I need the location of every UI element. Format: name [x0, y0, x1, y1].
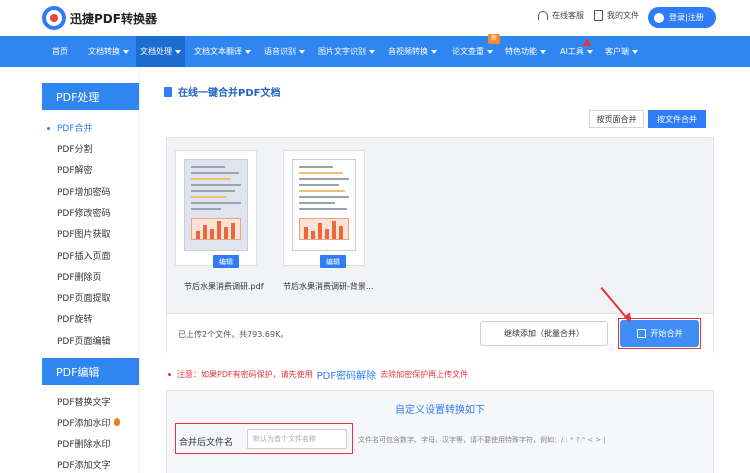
nav-plagiarism[interactable]: 论文查重 — [452, 36, 493, 67]
nav-av-convert[interactable]: 音视频转换 — [388, 36, 437, 67]
top-header: 迅捷PDF转换器 在线客服 我的文件 登录|注册 — [0, 0, 750, 36]
nav-doc-convert[interactable]: 文档转换 — [88, 36, 129, 67]
hot-flame-icon — [113, 418, 120, 426]
settings-title: 自定义设置转换如下 — [395, 405, 485, 416]
my-files-label: 我的文件 — [607, 11, 639, 20]
document-icon — [594, 10, 603, 21]
pdf-page-preview — [292, 159, 356, 251]
chevron-down-icon — [586, 49, 593, 54]
nav-doc-process[interactable]: 文档处理 — [136, 36, 185, 67]
start-merge-button[interactable]: 开始合并 — [620, 320, 699, 347]
nav-plagiarism-label: 论文查重 — [452, 47, 484, 56]
nav-speech[interactable]: 语音识别 — [264, 36, 305, 67]
user-icon — [654, 12, 664, 23]
sidebar-item-pdf-change-password[interactable]: PDF修改密码 — [57, 206, 111, 219]
active-dot-icon — [47, 127, 50, 130]
my-files-link[interactable]: 我的文件 — [594, 10, 639, 21]
edit-file-1-button[interactable]: 编辑 — [213, 255, 239, 268]
sidebar-item-pdf-merge[interactable]: PDF合并 — [57, 121, 93, 134]
headset-icon — [538, 11, 548, 20]
filename-input[interactable]: 默认为首个文件名称 — [247, 429, 347, 449]
chevron-down-icon — [540, 49, 546, 54]
continue-add-button[interactable]: 继续添加（批量合并） — [480, 321, 608, 346]
sidebar-item-pdf-remove-watermark[interactable]: PDF删除水印 — [57, 437, 111, 450]
notice-dot-icon — [168, 373, 171, 376]
file-thumbnail-2[interactable] — [283, 150, 365, 266]
sidebar-item-pdf-page-extract[interactable]: PDF页面提取 — [57, 291, 111, 304]
nav-ai-tools-label: AI工具 — [560, 47, 584, 56]
filename-label: 合并后文件名 — [179, 438, 234, 448]
chevron-down-icon — [245, 49, 251, 54]
sidebar-item-pdf-add-watermark[interactable]: PDF添加水印 — [57, 416, 120, 429]
nav-features[interactable]: 特色功能 — [505, 36, 546, 67]
login-register-button[interactable]: 登录|注册 — [648, 7, 716, 28]
chevron-down-icon — [487, 49, 493, 54]
custom-settings-panel: 自定义设置转换如下 合并后文件名 默认为首个文件名称 文件名可包含数字、字母、汉… — [166, 390, 714, 473]
brand-name[interactable]: 迅捷PDF转换器 — [70, 10, 157, 27]
sidebar-item-pdf-add-watermark-label: PDF添加水印 — [57, 419, 111, 429]
nav-translate[interactable]: 文档文本翻译 — [194, 36, 251, 67]
nav-av-convert-label: 音视频转换 — [388, 47, 428, 56]
chevron-down-icon — [632, 49, 638, 54]
nav-features-label: 特色功能 — [505, 47, 537, 56]
nav-doc-convert-label: 文档转换 — [88, 47, 120, 56]
nav-translate-label: 文档文本翻译 — [194, 47, 242, 56]
pdf-page-preview — [184, 159, 248, 251]
notice-suffix: 去除加密保护再上传文件 — [380, 370, 469, 379]
page-title-text: 在线一键合并PDF文档 — [178, 88, 281, 99]
customer-service-label: 在线客服 — [552, 11, 584, 20]
nav-doc-process-label: 文档处理 — [140, 47, 172, 56]
merge-by-page-toggle[interactable]: 按页面合并 — [589, 110, 644, 128]
sidebar-item-pdf-replace-text[interactable]: PDF替换文字 — [57, 395, 111, 408]
pdf-decrypt-link[interactable]: PDF密码解除 — [317, 367, 376, 382]
edit-file-2-button[interactable]: 编辑 — [320, 255, 346, 268]
main-nav: 首页 文档转换 文档处理 文档文本翻译 语音识别 图片文字识别 音视频转换 论文… — [0, 36, 750, 67]
password-notice: 注意：如果PDF有密码保护，请先使用 PDF密码解除 去除加密保护再上传文件 — [168, 367, 468, 382]
sidebar-item-pdf-delete-page[interactable]: PDF删除页 — [57, 270, 102, 283]
nav-ocr-label: 图片文字识别 — [318, 47, 366, 56]
sidebar-item-pdf-decrypt[interactable]: PDF解密 — [57, 163, 93, 176]
login-label: 登录|注册 — [669, 13, 704, 22]
sidebar-item-pdf-add-password[interactable]: PDF增加密码 — [57, 185, 111, 198]
file-name-1: 节后水果消费调研.pdf — [184, 282, 264, 291]
nav-client-label: 客户端 — [605, 47, 629, 56]
nav-home[interactable]: 首页 — [52, 36, 68, 67]
chevron-down-icon — [299, 49, 305, 54]
sidebar-item-pdf-insert-page[interactable]: PDF插入页面 — [57, 249, 111, 262]
customer-service-link[interactable]: 在线客服 — [538, 10, 584, 21]
fire-indicator-icon — [583, 38, 591, 46]
sidebar-item-pdf-add-text[interactable]: PDF添加文字 — [57, 458, 111, 471]
upload-summary: 已上传2个文件，共793.69K。 — [178, 330, 289, 339]
nav-speech-label: 语音识别 — [264, 47, 296, 56]
nav-client[interactable]: 客户端 — [605, 36, 638, 67]
merge-by-file-toggle[interactable]: 按文件合并 — [648, 110, 706, 128]
sidebar-section-pdf-process[interactable]: PDF处理 — [42, 83, 139, 110]
new-badge: 新 — [488, 34, 500, 44]
brand-logo-icon[interactable] — [42, 6, 66, 30]
chevron-down-icon — [123, 49, 129, 54]
chevron-down-icon — [369, 49, 375, 54]
start-merge-label: 开始合并 — [650, 329, 683, 338]
filename-hint: 文件名可包含数字、字母、汉字等，请不要使用特殊字符，例如：/ : * ? " <… — [358, 436, 606, 444]
page-title: 在线一键合并PDF文档 — [164, 84, 280, 99]
file-thumbnail-1[interactable] — [175, 150, 257, 266]
chevron-down-icon — [175, 49, 181, 54]
sidebar-section-pdf-edit[interactable]: PDF编辑 — [42, 358, 139, 385]
sidebar-divider — [139, 67, 140, 473]
document-icon — [164, 86, 172, 97]
chevron-down-icon — [431, 49, 437, 54]
sidebar-item-pdf-page-edit[interactable]: PDF页面编辑 — [57, 334, 111, 347]
nav-ocr[interactable]: 图片文字识别 — [318, 36, 375, 67]
file-name-2: 节后水果消费调研-背景... — [283, 282, 374, 291]
sidebar-item-pdf-image-extract[interactable]: PDF图片获取 — [57, 227, 111, 240]
sidebar-item-pdf-rotate[interactable]: PDF旋转 — [57, 312, 93, 325]
merge-icon — [636, 329, 646, 338]
notice-prefix: 注意：如果PDF有密码保护，请先使用 — [177, 370, 313, 379]
nav-home-label: 首页 — [52, 47, 68, 56]
sidebar-item-pdf-split[interactable]: PDF分割 — [57, 142, 93, 155]
